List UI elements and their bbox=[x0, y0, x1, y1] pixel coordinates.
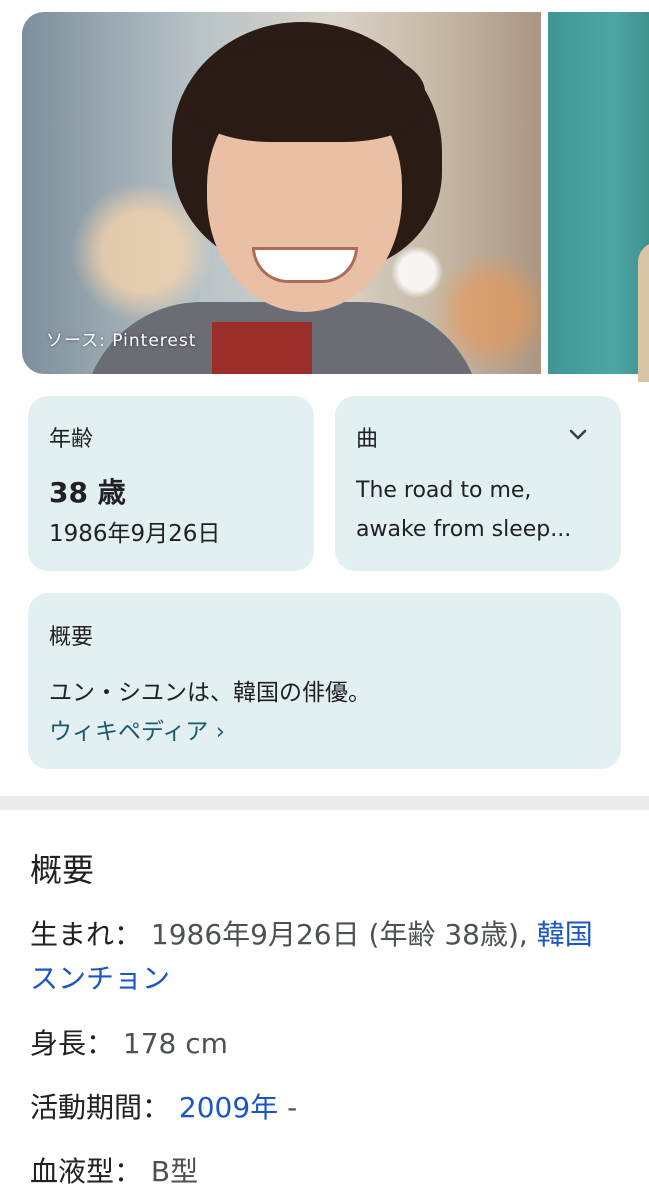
birth-place-link[interactable]: 韓国 bbox=[537, 918, 593, 951]
songs-card[interactable]: 曲 The road to me, awake from sleep... bbox=[335, 396, 621, 571]
blood-type-row: 血液型： B型 bbox=[30, 1150, 198, 1190]
birth-key: 生まれ： bbox=[30, 918, 143, 951]
section-divider bbox=[0, 796, 649, 810]
birth-row-continued: スンチョン bbox=[30, 957, 170, 997]
songs-label: 曲 bbox=[356, 427, 379, 452]
blood-type-value: B型 bbox=[150, 1155, 199, 1188]
profile-photo[interactable]: ソース: Pinterest bbox=[22, 12, 541, 374]
photo-source-label: ソース: Pinterest bbox=[46, 331, 197, 351]
chevron-down-icon[interactable] bbox=[567, 423, 589, 445]
height-value: 178 cm bbox=[122, 1027, 228, 1060]
active-years-key: 活動期間： bbox=[30, 1091, 171, 1124]
details-title: 概要 bbox=[30, 851, 95, 889]
photo-shirt bbox=[212, 322, 312, 374]
active-years-link[interactable]: 2009年 bbox=[179, 1091, 278, 1124]
birth-value: 1986年9月26日 (年齢 38歳), bbox=[150, 918, 528, 951]
blood-type-key: 血液型： bbox=[30, 1155, 143, 1188]
summary-card: 概要 ユン・シユンは、韓国の俳優。 ウィキペディア › bbox=[28, 593, 621, 769]
active-years-suffix: - bbox=[278, 1091, 298, 1124]
summary-label: 概要 bbox=[49, 625, 94, 650]
birth-row: 生まれ： 1986年9月26日 (年齢 38歳), 韓国 bbox=[30, 913, 593, 953]
active-years-row: 活動期間： 2009年 - bbox=[30, 1086, 297, 1126]
age-label: 年齢 bbox=[49, 427, 94, 452]
height-key: 身長： bbox=[30, 1027, 115, 1060]
summary-description: ユン・シユンは、韓国の俳優。 bbox=[49, 680, 371, 706]
image-carousel[interactable]: ソース: Pinterest bbox=[0, 0, 649, 382]
songs-line-1: The road to me, bbox=[356, 478, 532, 503]
birthdate: 1986年9月26日 bbox=[49, 521, 221, 547]
age-card[interactable]: 年齢 38 歳 1986年9月26日 bbox=[28, 396, 314, 571]
age-value: 38 歳 bbox=[49, 476, 126, 509]
next-photo-edge bbox=[638, 242, 649, 382]
wikipedia-link[interactable]: ウィキペディア › bbox=[49, 712, 225, 746]
photo-bangs bbox=[190, 42, 425, 142]
birth-city-link[interactable]: スンチョン bbox=[30, 962, 170, 995]
height-row: 身長： 178 cm bbox=[30, 1022, 228, 1062]
next-photo[interactable] bbox=[548, 12, 649, 382]
songs-line-2: awake from sleep... bbox=[356, 517, 572, 542]
